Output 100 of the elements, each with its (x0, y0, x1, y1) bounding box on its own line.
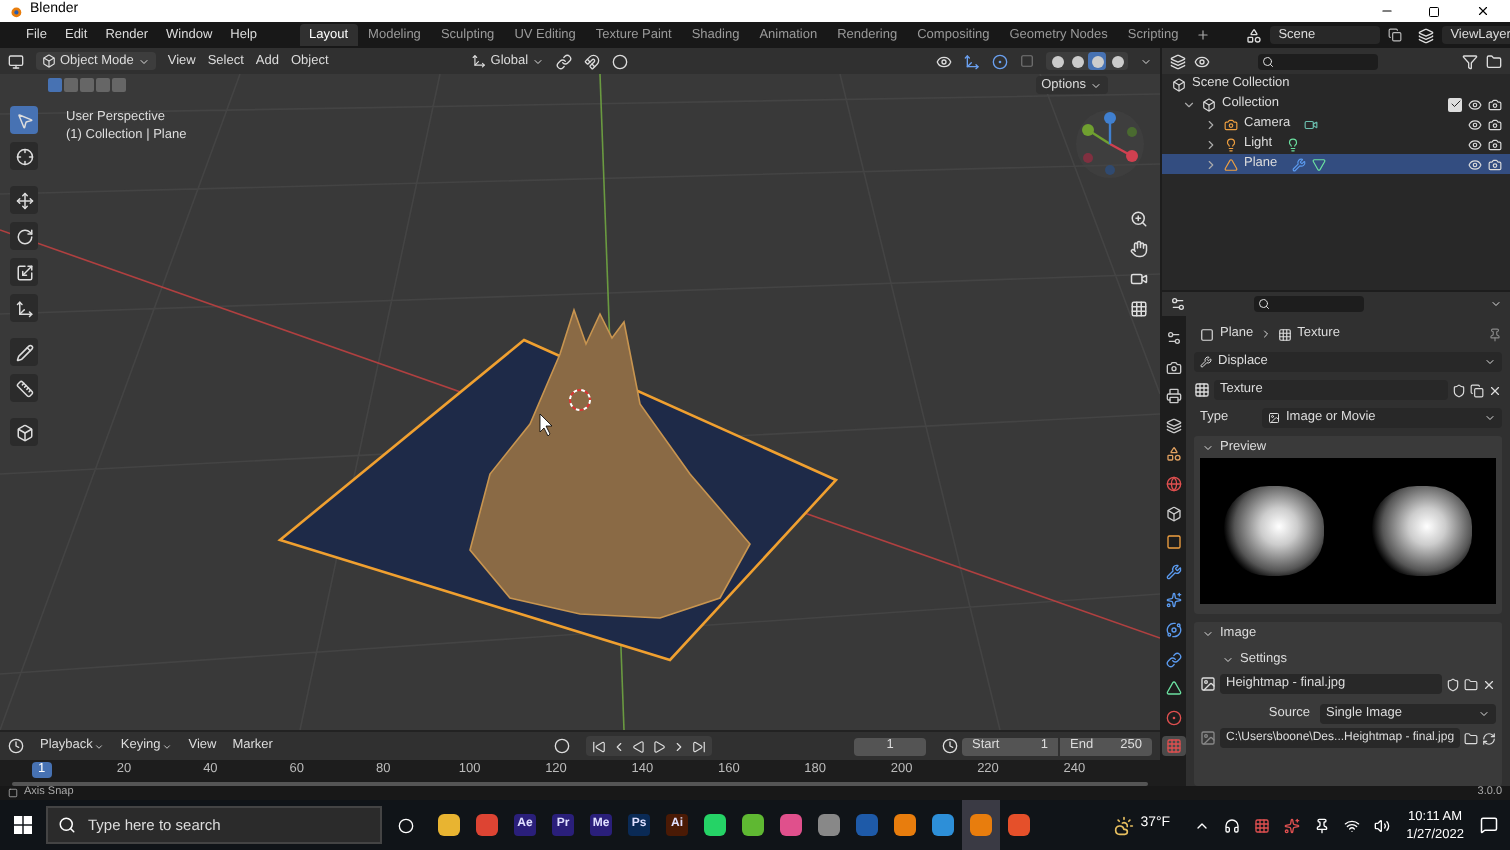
tool-button[interactable] (10, 142, 38, 170)
properties-tab[interactable] (1162, 649, 1186, 670)
clock-icon[interactable] (942, 738, 958, 755)
tool-button[interactable] (10, 186, 38, 214)
wrench-icon (1166, 563, 1182, 580)
zoom-icon[interactable] (1130, 210, 1148, 228)
properties-tab[interactable] (1162, 619, 1186, 640)
eye-icon[interactable] (1468, 97, 1482, 111)
editor-type-icon[interactable] (8, 738, 24, 755)
display-mode-icon[interactable] (1194, 53, 1210, 69)
chevron-right-icon[interactable] (1204, 137, 1218, 151)
cortana-icon[interactable] (398, 817, 414, 833)
grid-icon[interactable] (1130, 300, 1148, 318)
properties-tab[interactable] (1162, 590, 1186, 611)
fake-user-icon[interactable] (1446, 677, 1461, 691)
add-workspace-icon[interactable] (1196, 28, 1211, 42)
new-collection-icon[interactable] (1486, 53, 1502, 69)
properties-tab[interactable] (1162, 357, 1186, 378)
shading-button[interactable] (1108, 52, 1126, 70)
windows-logo-icon[interactable] (14, 816, 32, 834)
properties-tab[interactable] (1162, 386, 1186, 407)
editor-type-icon[interactable] (1170, 53, 1186, 69)
tool-button[interactable] (10, 258, 38, 286)
app-tray-icon[interactable] (1254, 817, 1271, 833)
sparkles-icon (1166, 592, 1182, 609)
tool-button[interactable] (10, 374, 38, 402)
keyframe-prev-icon[interactable] (612, 739, 627, 754)
overlay-icon[interactable] (992, 53, 1008, 69)
chevron-right-icon[interactable] (1204, 117, 1218, 131)
folder-icon[interactable] (1464, 677, 1479, 691)
tool-button[interactable] (10, 222, 38, 250)
render-toggle-icon[interactable] (1488, 137, 1502, 151)
record-icon[interactable] (554, 738, 571, 755)
checker-icon[interactable] (1194, 382, 1210, 398)
mountain-mesh[interactable] (469, 307, 751, 619)
gizmo-icon[interactable] (964, 53, 980, 69)
eye-icon[interactable] (1468, 157, 1482, 171)
properties-tab[interactable] (1162, 532, 1186, 553)
exclude-checkbox[interactable] (1448, 97, 1462, 111)
headset-icon[interactable] (1224, 817, 1241, 833)
properties-tab[interactable] (1162, 328, 1186, 348)
unlink-icon[interactable] (1488, 383, 1503, 397)
globe-icon (1166, 475, 1182, 492)
notification-icon[interactable] (1480, 816, 1498, 834)
jump-start-icon[interactable] (592, 739, 607, 754)
tool-button[interactable] (10, 294, 38, 322)
eye-icon[interactable] (1468, 117, 1482, 131)
render-toggle-icon[interactable] (1488, 157, 1502, 171)
usb-icon[interactable] (1314, 817, 1331, 833)
pencil-icon (15, 343, 33, 361)
volume-icon[interactable] (1374, 817, 1391, 833)
play-icon[interactable] (652, 739, 667, 754)
properties-tab[interactable] (1162, 415, 1186, 436)
shapes-icon (1166, 446, 1182, 463)
camera-icon[interactable] (1130, 270, 1148, 288)
properties-tab[interactable] (1162, 678, 1186, 699)
hand-icon[interactable] (1130, 240, 1148, 258)
visibility-icon[interactable] (936, 53, 952, 69)
proportional-icon[interactable] (612, 53, 629, 69)
chevron-right-icon[interactable] (1204, 157, 1218, 171)
play-reverse-icon[interactable] (632, 739, 647, 754)
properties-tab[interactable] (1162, 707, 1186, 728)
search-field[interactable] (1254, 296, 1364, 312)
properties-tab[interactable] (1162, 444, 1186, 465)
copy-icon (1388, 28, 1403, 42)
editor-type-icon[interactable] (8, 53, 24, 69)
properties-tab[interactable] (1162, 503, 1186, 524)
navigation-gizmo-drawing[interactable] (1076, 110, 1144, 178)
shading-button[interactable] (1068, 52, 1086, 70)
copy-icon[interactable] (1470, 383, 1485, 397)
tool-button[interactable] (10, 338, 38, 366)
keyframe-next-icon[interactable] (672, 739, 687, 754)
network-icon[interactable] (1344, 817, 1361, 833)
timeline-scrollbar[interactable] (12, 781, 1148, 786)
search-field[interactable] (1258, 53, 1378, 69)
editor-type-icon[interactable] (1170, 296, 1186, 312)
tray-app-icon[interactable] (1284, 817, 1301, 833)
shading-button[interactable] (1048, 52, 1066, 70)
unlink-icon[interactable] (1482, 677, 1497, 691)
jump-end-icon[interactable] (692, 739, 707, 754)
eye-icon[interactable] (1468, 137, 1482, 151)
xray-icon[interactable] (1020, 54, 1034, 68)
magnet-icon[interactable] (584, 53, 601, 69)
shading-button[interactable] (1088, 52, 1106, 70)
render-toggle-icon[interactable] (1488, 117, 1502, 131)
app-logo-icon (8, 4, 22, 18)
tool-button[interactable] (10, 418, 38, 446)
reload-icon[interactable] (1482, 731, 1497, 745)
properties-tab[interactable] (1162, 561, 1186, 582)
folder-icon[interactable] (1464, 731, 1479, 745)
filter-icon[interactable] (1462, 53, 1478, 69)
pin-icon[interactable] (1488, 327, 1503, 341)
properties-tab[interactable] (1162, 473, 1186, 494)
chevron-down-icon[interactable] (1182, 97, 1196, 111)
pivot-icon[interactable] (556, 53, 573, 69)
fake-user-icon[interactable] (1452, 383, 1467, 397)
render-toggle-icon[interactable] (1488, 97, 1502, 111)
collection-icon (1172, 77, 1186, 91)
image-browse-icon[interactable] (1200, 676, 1216, 692)
search-icon (1258, 298, 1270, 310)
